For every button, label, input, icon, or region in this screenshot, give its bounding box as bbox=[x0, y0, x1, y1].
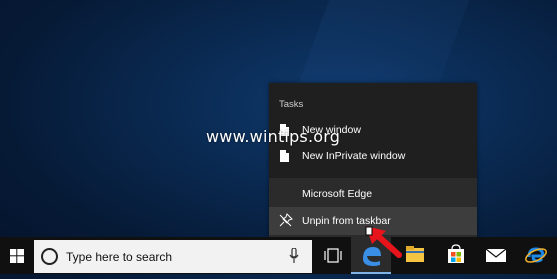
taskbar-internet-explorer-button[interactable] bbox=[516, 237, 556, 274]
taskbar-mail-button[interactable] bbox=[476, 237, 516, 274]
jumplist-heading: Tasks bbox=[279, 99, 304, 110]
windows-logo-icon bbox=[10, 248, 24, 263]
task-view-button[interactable] bbox=[316, 237, 350, 274]
taskbar: Type here to search bbox=[0, 237, 557, 274]
jumplist-task-label: New InPrivate window bbox=[302, 150, 406, 162]
jumplist-task-new-inprivate-window[interactable]: New InPrivate window bbox=[269, 144, 477, 168]
jumplist-app-open[interactable]: Microsoft Edge bbox=[269, 182, 477, 206]
internet-explorer-icon bbox=[525, 247, 547, 263]
jumplist-app-label: Microsoft Edge bbox=[302, 188, 373, 200]
cortana-circle-icon bbox=[41, 248, 58, 265]
search-box[interactable]: Type here to search bbox=[34, 240, 312, 273]
start-button[interactable] bbox=[0, 237, 34, 274]
microphone-icon[interactable] bbox=[289, 248, 299, 264]
search-placeholder: Type here to search bbox=[66, 250, 173, 264]
mail-icon bbox=[485, 248, 507, 262]
taskbar-store-button[interactable] bbox=[436, 237, 476, 274]
red-arrow-icon bbox=[365, 226, 402, 258]
task-view-icon bbox=[324, 248, 342, 263]
unpin-icon bbox=[279, 213, 293, 227]
edge-jump-list: Tasks New window New InPrivate window Mi… bbox=[269, 83, 477, 237]
watermark-text: www.wintips.org bbox=[206, 127, 341, 146]
document-icon bbox=[280, 150, 289, 162]
store-bag-icon bbox=[448, 244, 464, 263]
